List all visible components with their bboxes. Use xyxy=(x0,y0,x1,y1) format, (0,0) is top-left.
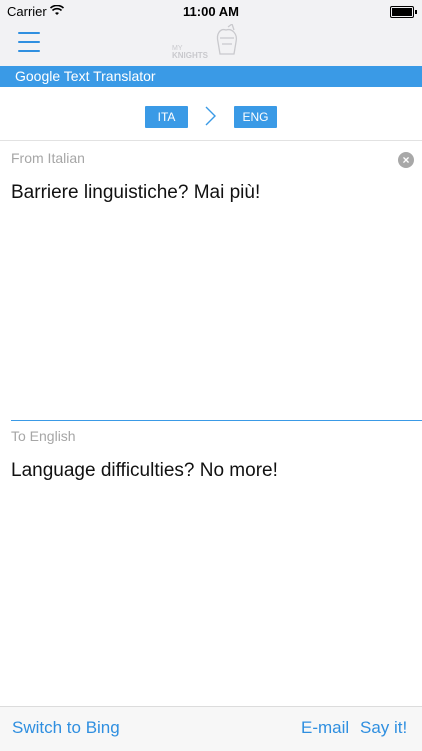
source-language-button[interactable]: ITA xyxy=(145,106,188,128)
logo-text: KNIGHTS xyxy=(172,51,209,60)
title-strip: Google Text Translator xyxy=(0,66,422,87)
bottom-toolbar: Switch to Bing E-mail Say it! xyxy=(0,706,422,751)
source-label: From Italian xyxy=(11,150,85,166)
clear-icon[interactable]: × xyxy=(398,152,414,168)
nav-bar: MY KNIGHTS xyxy=(0,22,422,66)
battery-icon xyxy=(390,6,417,18)
result-label: To English xyxy=(11,428,76,444)
clock: 11:00 AM xyxy=(183,4,239,19)
divider xyxy=(0,140,422,141)
language-selector: ITA ENG xyxy=(0,106,422,128)
source-text-input[interactable]: Barriere linguistiche? Mai più! xyxy=(11,182,260,204)
status-bar: Carrier 11:00 AM xyxy=(0,0,422,22)
translation-result: Language difficulties? No more! xyxy=(11,460,278,481)
hamburger-menu-icon[interactable] xyxy=(18,32,40,54)
email-button[interactable]: E-mail xyxy=(301,718,349,738)
panel-divider xyxy=(11,420,422,421)
switch-to-bing-button[interactable]: Switch to Bing xyxy=(12,718,120,738)
knights-logo: MY KNIGHTS xyxy=(170,22,252,62)
target-language-button[interactable]: ENG xyxy=(234,106,277,128)
say-it-button[interactable]: Say it! xyxy=(360,718,407,738)
chevron-right-icon[interactable] xyxy=(202,104,220,128)
app-title: Google Text Translator xyxy=(15,68,156,84)
